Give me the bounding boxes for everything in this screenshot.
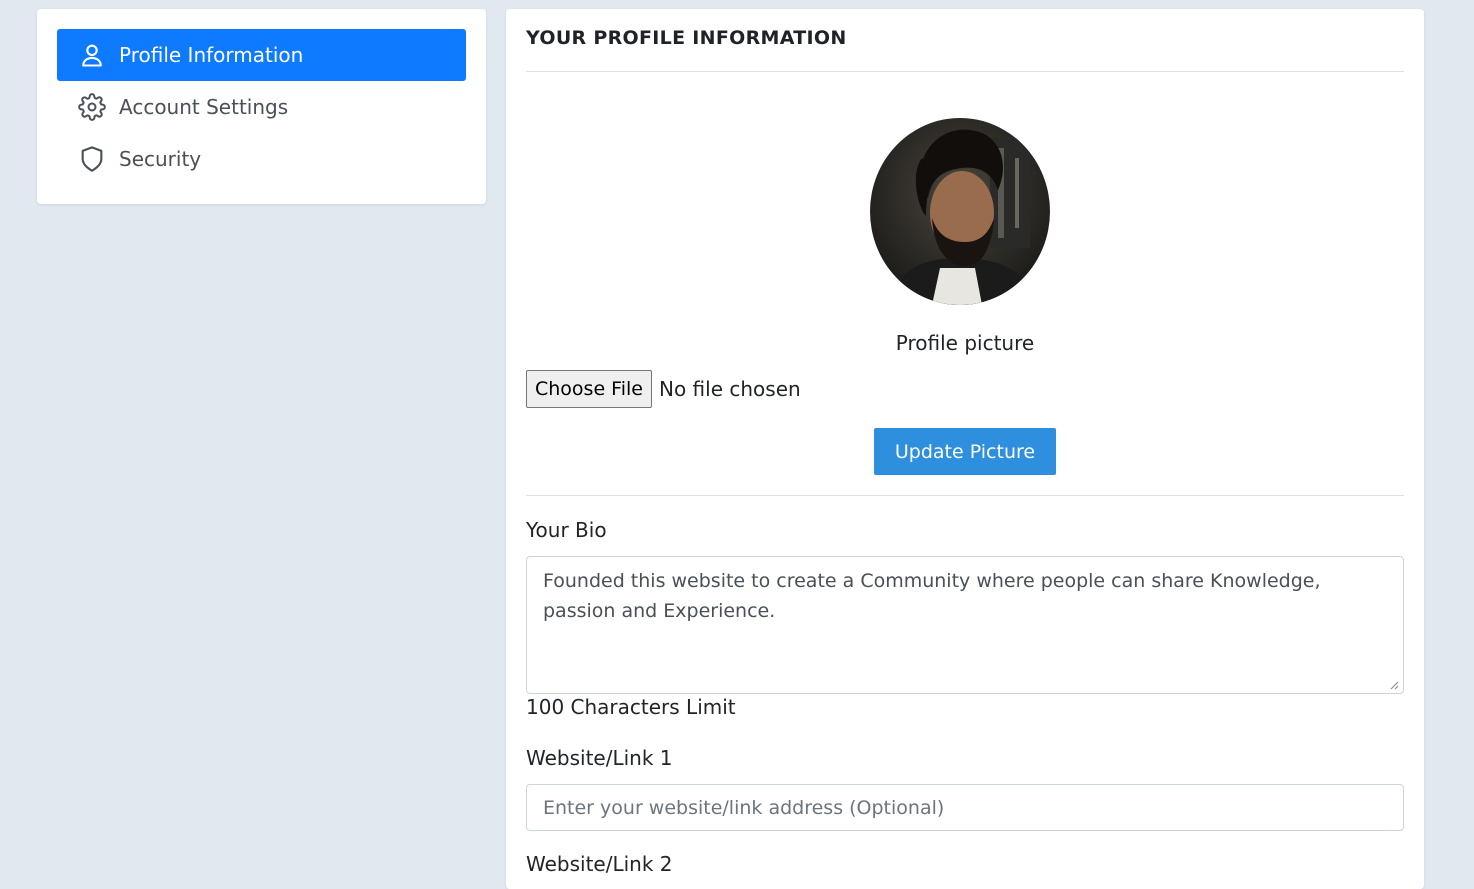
choose-file-button[interactable]: Choose File <box>526 370 652 408</box>
sidebar-item-account-settings[interactable]: Account Settings <box>57 81 466 133</box>
avatar[interactable] <box>870 118 1050 305</box>
file-picker: Choose File No file chosen <box>526 370 801 408</box>
sidebar-item-profile-information[interactable]: Profile Information <box>57 29 466 81</box>
update-picture-button[interactable]: Update Picture <box>874 428 1056 475</box>
sidebar-item-security[interactable]: Security <box>57 133 466 185</box>
website-link-1-input[interactable] <box>526 784 1404 831</box>
page-title: YOUR PROFILE INFORMATION <box>526 27 847 49</box>
gear-icon <box>77 92 107 122</box>
title-divider <box>526 71 1404 72</box>
section-divider <box>526 495 1404 496</box>
profile-picture-caption: Profile picture <box>895 331 1035 355</box>
sidebar-item-label: Security <box>119 147 202 171</box>
profile-photo <box>870 118 1050 305</box>
file-status: No file chosen <box>659 377 801 401</box>
settings-sidebar: Profile Information Account Settings Sec… <box>37 9 486 204</box>
profile-panel: YOUR PROFILE INFORMATION Profile picture… <box>506 9 1424 889</box>
link2-label: Website/Link 2 <box>526 852 673 876</box>
bio-label: Your Bio <box>526 518 607 542</box>
bio-textarea[interactable]: Founded this website to create a Communi… <box>526 556 1404 694</box>
link1-label: Website/Link 1 <box>526 746 673 770</box>
shield-icon <box>77 144 107 174</box>
user-icon <box>77 40 107 70</box>
sidebar-item-label: Account Settings <box>119 95 289 119</box>
bio-char-limit: 100 Characters Limit <box>526 695 736 719</box>
sidebar-item-label: Profile Information <box>119 43 304 67</box>
resize-handle-icon[interactable] <box>1389 680 1399 690</box>
